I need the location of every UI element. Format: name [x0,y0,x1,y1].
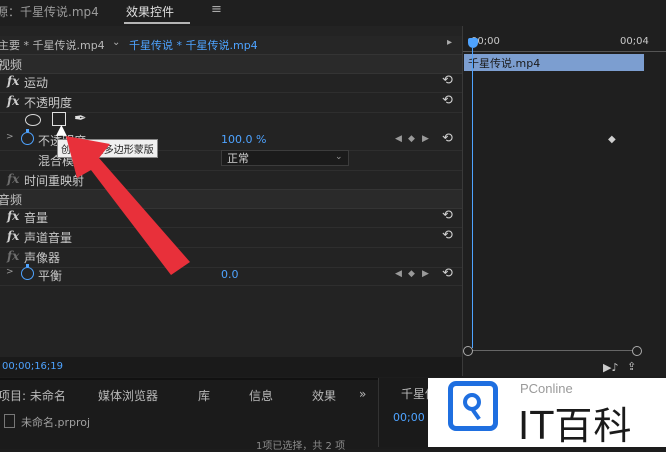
red-annotation-arrow [66,136,190,275]
